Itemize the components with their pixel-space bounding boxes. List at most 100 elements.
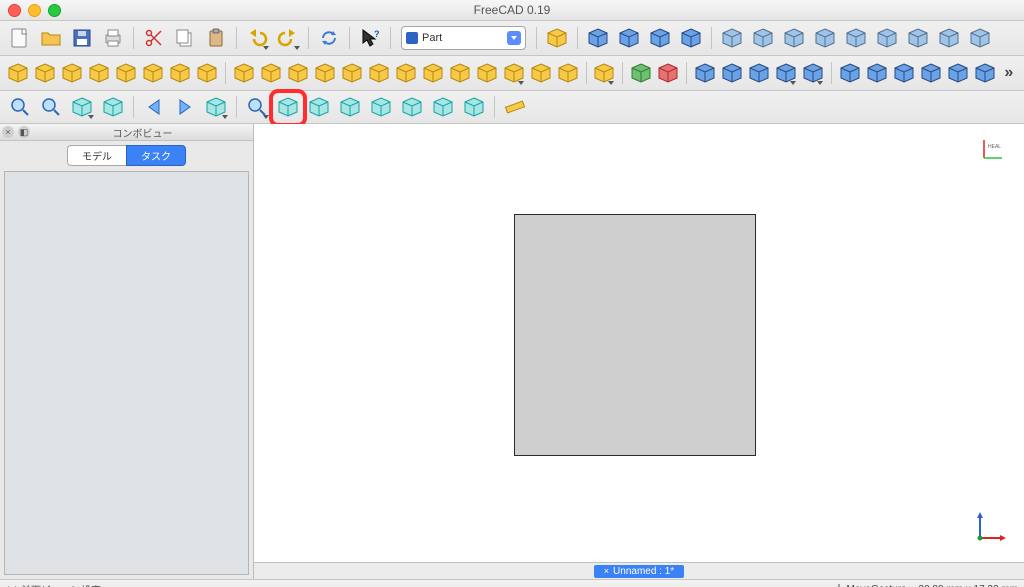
nav-style-indicator[interactable]: MayaGesture	[834, 583, 907, 587]
measure-button[interactable]	[501, 93, 529, 121]
whats-this-button[interactable]	[356, 24, 384, 52]
draw-as-button[interactable]	[68, 93, 96, 121]
zoom-in-button[interactable]	[243, 93, 271, 121]
measure-clear-button[interactable]	[919, 59, 943, 87]
open-doc-button[interactable]	[37, 24, 65, 52]
link-import-button[interactable]	[842, 24, 870, 52]
proj-button[interactable]	[556, 59, 580, 87]
prim-cyl-button[interactable]	[33, 59, 57, 87]
toolbar-overflow-button[interactable]: »	[1000, 59, 1018, 87]
prim-tube-button[interactable]	[141, 59, 165, 87]
section-button[interactable]	[448, 59, 472, 87]
dropdown-arrow-icon	[294, 46, 300, 50]
link-make-button[interactable]	[718, 24, 746, 52]
nav-fwd-button[interactable]	[171, 93, 199, 121]
prim-sphere-button[interactable]	[60, 59, 84, 87]
document-tab[interactable]: × Unnamed : 1*	[594, 565, 684, 578]
m-clear-icon	[920, 62, 942, 84]
view-front-button[interactable]	[305, 93, 333, 121]
copy-button[interactable]	[171, 24, 199, 52]
fillet-button[interactable]	[313, 59, 337, 87]
measure-ang-button[interactable]	[865, 59, 889, 87]
view-iso-button[interactable]	[274, 93, 302, 121]
bool-comp-button[interactable]	[592, 59, 616, 87]
link-replace-button[interactable]	[780, 24, 808, 52]
prim-box-button[interactable]	[6, 59, 30, 87]
link-go-button[interactable]	[202, 93, 230, 121]
redo-button[interactable]	[274, 24, 302, 52]
status-bar: (1) 前面ビューに設定 MayaGesture 30.80 mm x 17.3…	[0, 579, 1024, 587]
link4-icon	[814, 27, 836, 49]
link-select-button[interactable]	[966, 24, 994, 52]
prim-torus-button[interactable]	[114, 59, 138, 87]
link-unlink-button[interactable]	[811, 24, 839, 52]
view-left-button[interactable]	[460, 93, 488, 121]
defeature-button[interactable]	[656, 59, 680, 87]
boolcut-icon	[694, 62, 716, 84]
link-nav-back-button[interactable]	[904, 24, 932, 52]
refresh-button[interactable]	[315, 24, 343, 52]
dropdown-arrow-icon	[263, 115, 269, 119]
view-bottom-button[interactable]	[429, 93, 457, 121]
fit-sel-button[interactable]	[37, 93, 65, 121]
check-button[interactable]	[629, 59, 653, 87]
paste-button[interactable]	[202, 24, 230, 52]
link-import-all-button[interactable]	[873, 24, 901, 52]
panel-close-icon[interactable]: ×	[2, 126, 14, 138]
3d-view[interactable]: HEAL	[254, 124, 1024, 562]
macro-run-button[interactable]	[677, 24, 705, 52]
v-iso-icon	[277, 96, 299, 118]
close-icon[interactable]: ×	[604, 566, 609, 576]
split-button[interactable]	[801, 59, 825, 87]
mirror-button[interactable]	[286, 59, 310, 87]
save-doc-button[interactable]	[68, 24, 96, 52]
chamfer-button[interactable]	[340, 59, 364, 87]
measure-refresh-button[interactable]	[892, 59, 916, 87]
prim-cone-button[interactable]	[87, 59, 111, 87]
sweep-button[interactable]	[421, 59, 445, 87]
separator	[308, 27, 309, 49]
workbench-selector[interactable]: Part	[401, 26, 526, 50]
fit-all-button[interactable]	[6, 93, 34, 121]
nav-back-button[interactable]	[140, 93, 168, 121]
revolve-button[interactable]	[259, 59, 283, 87]
prim-prims-button[interactable]	[168, 59, 192, 87]
tab-task[interactable]: タスク	[126, 145, 186, 166]
cross-button[interactable]	[475, 59, 499, 87]
join-conn-button[interactable]	[774, 59, 798, 87]
macro-folder-button[interactable]	[584, 24, 612, 52]
link-nav-fwd-button[interactable]	[935, 24, 963, 52]
cut-button[interactable]	[140, 24, 168, 52]
offset3d-button[interactable]	[502, 59, 526, 87]
link-make-rel-button[interactable]	[749, 24, 777, 52]
dropdown-arrow-icon	[88, 115, 94, 119]
macro-edit-button[interactable]	[615, 24, 643, 52]
print-button[interactable]	[99, 24, 127, 52]
bbox-button[interactable]	[99, 93, 127, 121]
view-rear-button[interactable]	[398, 93, 426, 121]
part-front-face[interactable]	[514, 214, 756, 456]
tab-model[interactable]: モデル	[67, 145, 126, 166]
measure-tog-button[interactable]	[946, 59, 970, 87]
part-extrude-button[interactable]	[543, 24, 571, 52]
macro-rec-button[interactable]	[646, 24, 674, 52]
view-right-button[interactable]	[367, 93, 395, 121]
extrude-button[interactable]	[232, 59, 256, 87]
new-doc-button[interactable]	[6, 24, 34, 52]
measure-lin-button[interactable]	[838, 59, 862, 87]
loft-button[interactable]	[394, 59, 418, 87]
section-icon	[449, 62, 471, 84]
undo-button[interactable]	[243, 24, 271, 52]
thickness-button[interactable]	[529, 59, 553, 87]
ruled-icon	[368, 62, 390, 84]
panel-undock-icon[interactable]: ◧	[18, 126, 30, 138]
bool-fuse-button[interactable]	[720, 59, 744, 87]
separator	[225, 62, 226, 84]
view-top-button[interactable]	[336, 93, 364, 121]
v-left-icon	[463, 96, 485, 118]
measure-tog3d-button[interactable]	[973, 59, 997, 87]
bool-common-button[interactable]	[747, 59, 771, 87]
prim-builder-button[interactable]	[195, 59, 219, 87]
ruled-button[interactable]	[367, 59, 391, 87]
bool-cut-button[interactable]	[693, 59, 717, 87]
